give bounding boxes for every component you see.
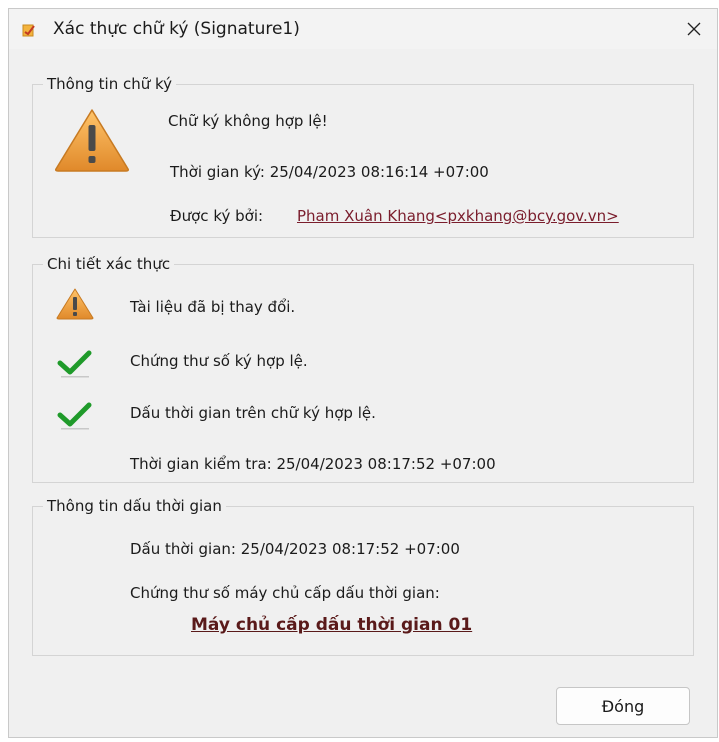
signer-link[interactable]: Pham Xuân Khang<pxkhang@bcy.gov.vn>	[297, 207, 619, 225]
signature-status: Chữ ký không hợp lệ!	[168, 112, 328, 130]
verification-details-group: Chi tiết xác thực Tài liệu đã bị thay đổ…	[32, 255, 694, 483]
tsa-certificate-label: Chứng thư số máy chủ cấp dấu thời gian:	[130, 584, 440, 602]
close-window-button[interactable]	[671, 9, 717, 49]
detail-document-modified: Tài liệu đã bị thay đổi.	[130, 298, 296, 316]
tsa-server-link[interactable]: Máy chủ cấp dấu thời gian 01	[191, 615, 472, 635]
check-icon	[57, 402, 92, 430]
close-icon	[687, 22, 701, 36]
timestamp-info-group: Thông tin dấu thời gian Dấu thời gian: 2…	[32, 497, 694, 656]
detail-timestamp-valid: Dấu thời gian trên chữ ký hợp lệ.	[130, 404, 376, 422]
document-sign-icon	[22, 24, 35, 37]
close-button[interactable]: Đóng	[556, 687, 690, 725]
title-bar: Xác thực chữ ký (Signature1)	[9, 9, 717, 49]
detail-certificate-valid: Chứng thư số ký hợp lệ.	[130, 352, 308, 370]
window-title: Xác thực chữ ký (Signature1)	[53, 19, 300, 39]
check-time: Thời gian kiểm tra: 25/04/2023 08:17:52 …	[130, 455, 496, 473]
signed-by-label: Được ký bởi:	[170, 207, 264, 225]
signature-verification-dialog: Xác thực chữ ký (Signature1) Thông tin c…	[8, 8, 718, 738]
warning-icon	[56, 288, 94, 320]
verification-details-title: Chi tiết xác thực	[43, 255, 175, 273]
timestamp-value: Dấu thời gian: 25/04/2023 08:17:52 +07:0…	[130, 540, 460, 558]
check-icon	[57, 350, 92, 378]
timestamp-info-title: Thông tin dấu thời gian	[43, 497, 226, 515]
signature-info-group: Thông tin chữ ký Chữ ký không hợp lệ! Th…	[32, 75, 694, 238]
signed-time: Thời gian ký: 25/04/2023 08:16:14 +07:00	[170, 163, 489, 181]
signature-info-title: Thông tin chữ ký	[43, 75, 177, 93]
warning-icon	[55, 109, 129, 172]
